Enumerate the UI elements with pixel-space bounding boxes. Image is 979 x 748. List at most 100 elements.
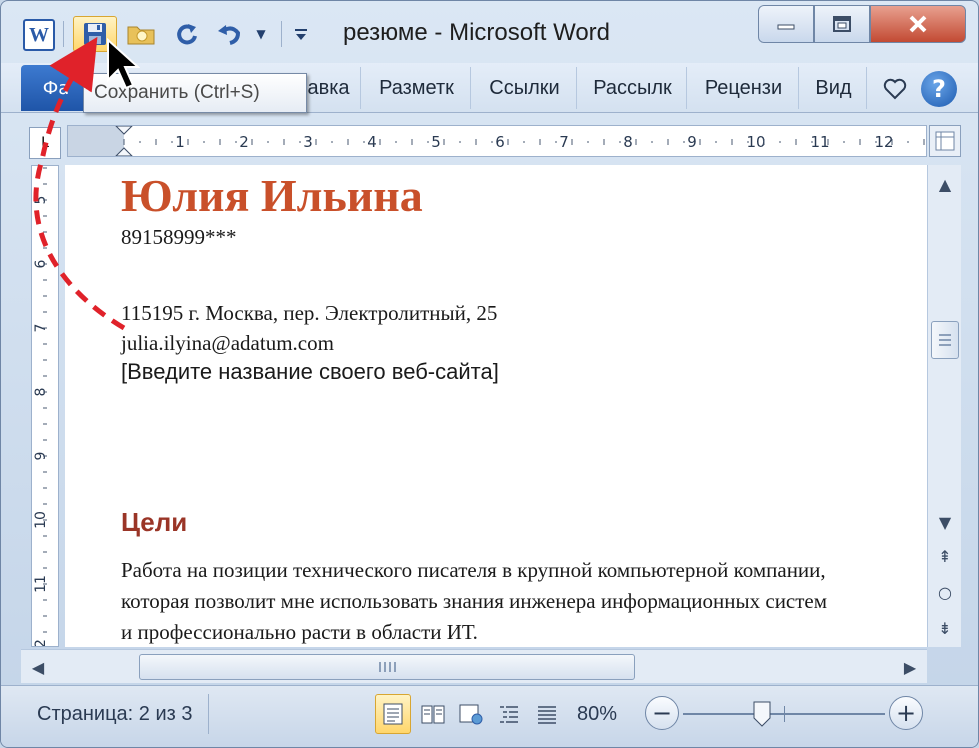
resume-phone[interactable]: 89158999*** (121, 225, 237, 250)
undo-icon (218, 25, 241, 45)
status-bar: Страница: 2 из 3 80% − + (1, 685, 978, 747)
resume-website-placeholder[interactable]: [Введите название своего веб-сайта] (121, 359, 499, 385)
tab-mailings[interactable]: Рассылк (579, 67, 687, 109)
tab-label: Вид (815, 77, 852, 99)
help-icon[interactable]: ? (921, 71, 957, 107)
horizontal-scroll-thumb[interactable] (139, 654, 635, 680)
section-heading-goals[interactable]: Цели (121, 507, 187, 538)
paragraph-line: Работа на позиции технического писателя … (121, 558, 826, 582)
draft-icon (538, 706, 556, 724)
outline-icon (500, 706, 518, 723)
full-screen-reading-button[interactable] (415, 694, 451, 734)
circle-icon: ○ (938, 582, 952, 602)
outline-view-button[interactable] (491, 694, 527, 734)
window-title: резюме - Microsoft Word (343, 19, 610, 46)
dropdown-icon: ▼ (256, 27, 266, 41)
page-number-status[interactable]: Страница: 2 из 3 (21, 694, 210, 734)
ruler-number: 2 (239, 133, 249, 151)
draft-view-button[interactable] (529, 694, 565, 734)
horizontal-ruler[interactable]: 1 2 3 4 5 6 7 8 9 10 11 12 (67, 125, 927, 157)
ruler-toggle-icon (935, 131, 955, 151)
zoom-level[interactable]: 80% (577, 694, 617, 734)
ruler-number: 4 (367, 133, 377, 151)
close-icon (909, 15, 927, 33)
word-window: W ▼ резюме - Microsoft Word Фа авка Разм… (0, 0, 979, 748)
tab-file[interactable]: Фа (21, 65, 91, 111)
tab-page-layout[interactable]: Разметк (363, 67, 471, 109)
horizontal-ruler-scale: 1 2 3 4 5 6 7 8 9 10 11 12 (68, 125, 925, 157)
resume-email[interactable]: julia.ilyina@adatum.com (121, 331, 334, 356)
close-button[interactable] (870, 5, 966, 43)
vertical-ruler[interactable]: 56789101112 (31, 165, 59, 657)
zoom-slider-thumb[interactable] (751, 700, 773, 728)
heart-icon[interactable] (881, 75, 909, 103)
mouse-cursor-icon (107, 38, 140, 90)
tab-label: Разметк (379, 77, 454, 99)
grip-icon (939, 334, 951, 346)
scroll-up-button[interactable]: ▲ (932, 171, 958, 197)
paragraph-line: которая позволит мне использовать знания… (121, 589, 828, 613)
scroll-right-button[interactable]: ▶ (897, 654, 923, 680)
tab-stop-selector[interactable]: L (29, 127, 61, 159)
ruler-number: 12 (874, 133, 893, 151)
tab-label: Рассылк (593, 77, 672, 99)
ruler-number: 7 (559, 133, 569, 151)
undo-dropdown-button[interactable]: ▼ (249, 16, 273, 52)
zoom-in-button[interactable]: + (889, 696, 923, 730)
horizontal-scrollbar[interactable]: ◀ ▶ (21, 649, 927, 683)
scroll-left-button[interactable]: ◀ (25, 654, 51, 680)
double-up-icon: ⇞ (938, 546, 952, 566)
ruler-number: 6 (495, 133, 505, 151)
print-layout-view-button[interactable] (375, 694, 411, 734)
previous-page-button[interactable]: ⇞ (932, 543, 958, 569)
tab-references[interactable]: Ссылки (473, 67, 577, 109)
qat-separator (281, 21, 282, 47)
undo-button[interactable] (211, 16, 247, 52)
arrow-left-icon: ◀ (31, 657, 45, 677)
title-bar: W ▼ резюме - Microsoft Word (1, 1, 978, 63)
maximize-button[interactable] (814, 5, 870, 43)
document-page[interactable]: Юлия Ильина 89158999*** 115195 г. Москва… (65, 165, 927, 647)
vertical-ruler-scale: 56789101112 (33, 167, 49, 657)
plus-icon: + (895, 699, 917, 727)
ruler-number: 3 (303, 133, 313, 151)
arrow-right-icon: ▶ (903, 657, 917, 677)
ruler-number: 1 (175, 133, 185, 151)
double-down-icon: ⇟ (938, 618, 952, 638)
book-icon (421, 705, 445, 724)
qat-separator (63, 21, 64, 47)
arrow-down-icon: ▼ (938, 512, 952, 532)
ruler-row: L 1 2 3 4 5 6 7 8 9 10 11 12 (19, 117, 963, 165)
zoom-center-tick (784, 706, 785, 722)
ruler-number: 5 (431, 133, 441, 151)
zoom-out-button[interactable]: − (645, 696, 679, 730)
view-ruler-button[interactable] (929, 125, 961, 157)
tab-review[interactable]: Рецензи (689, 67, 799, 109)
web-layout-button[interactable] (453, 694, 489, 734)
tab-file-label: Фа (42, 77, 70, 99)
minimize-button[interactable] (758, 5, 814, 43)
caption-buttons (758, 5, 966, 43)
tab-view[interactable]: Вид (801, 67, 867, 109)
resume-name[interactable]: Юлия Ильина (121, 169, 423, 222)
tab-label: авка (307, 77, 350, 99)
goals-paragraph[interactable]: Работа на позиции технического писателя … (121, 555, 927, 647)
vertical-scrollbar[interactable]: ▲ ▼ ⇞ ○ ⇟ (927, 165, 961, 647)
minimize-icon (777, 24, 795, 30)
arrow-up-icon: ▲ (938, 174, 952, 194)
tab-label: Рецензи (704, 77, 783, 99)
next-page-button[interactable]: ⇟ (932, 615, 958, 641)
customize-qat-button[interactable] (287, 16, 315, 52)
maximize-icon (833, 16, 851, 32)
word-app-icon[interactable]: W (23, 19, 55, 51)
grip-icon (379, 662, 396, 672)
scroll-down-button[interactable]: ▼ (932, 509, 958, 535)
ruler-number: 11 (810, 133, 829, 151)
redo-button[interactable] (169, 16, 205, 52)
select-browse-object-button[interactable]: ○ (932, 579, 958, 605)
resume-address[interactable]: 115195 г. Москва, пер. Электролитный, 25 (121, 301, 497, 326)
print-layout-icon (383, 703, 403, 725)
customize-icon (295, 29, 307, 40)
ruler-number: 8 (623, 133, 633, 151)
vertical-scroll-thumb[interactable] (931, 321, 959, 359)
